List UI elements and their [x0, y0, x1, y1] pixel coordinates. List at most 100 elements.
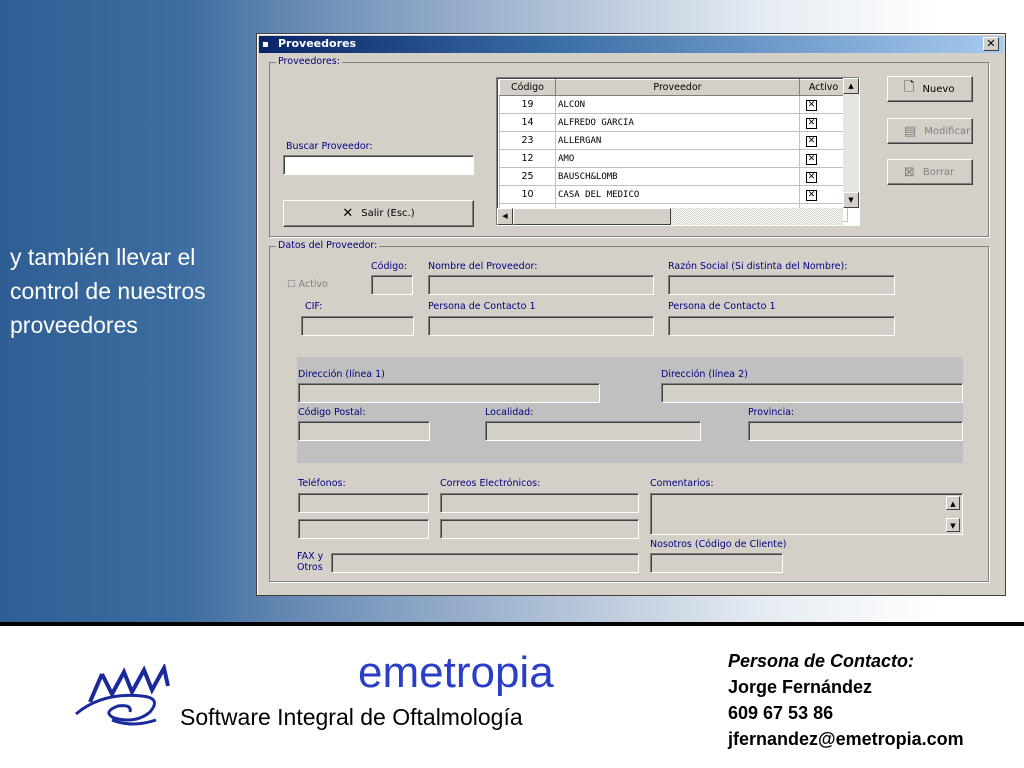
cell-codigo: 23	[499, 131, 556, 150]
cell-codigo: 12	[499, 149, 556, 168]
provincia-field[interactable]	[748, 421, 963, 441]
cell-proveedor: CASA DEL MEDICO	[555, 185, 800, 204]
activo-checkbox[interactable]: ☐ Activo	[287, 279, 328, 290]
nombre-field[interactable]	[428, 275, 654, 295]
grid-horizontal-thumb[interactable]	[513, 208, 671, 225]
table-row[interactable]: 23 ALLERGAN ✕	[499, 131, 848, 150]
contacto2-field[interactable]	[668, 316, 895, 336]
codigo-label: Código:	[371, 261, 408, 272]
new-button-label: Nuevo	[922, 83, 955, 95]
modify-button[interactable]: ▤ Modificar	[887, 118, 973, 144]
window-title: Proveedores	[278, 37, 356, 50]
grid-horizontal-scrollbar[interactable]: ◀	[497, 208, 843, 225]
fax-label-line1: FAX y	[297, 551, 324, 562]
edit-document-icon: ▤	[904, 123, 917, 139]
slide-caption: y también llevar el control de nuestros …	[10, 244, 206, 338]
comentarios-textarea[interactable]: ▲ ▼	[650, 493, 963, 535]
table-row[interactable]: 12 AMO ✕	[499, 149, 848, 168]
comentarios-label: Comentarios:	[650, 478, 714, 489]
contacto1-label: Persona de Contacto 1	[428, 301, 536, 312]
exit-button-label: Salir (Esc.)	[361, 208, 415, 219]
contact-block: Persona de Contacto: Jorge Fernández 609…	[728, 648, 1018, 752]
grid-vertical-scrollbar[interactable]: ▲ ▼	[843, 78, 859, 208]
new-button[interactable]: 🗋 Nuevo	[887, 76, 973, 102]
checked-checkbox-icon[interactable]: ✕	[806, 135, 817, 147]
checked-checkbox-icon[interactable]: ✕	[806, 171, 817, 183]
column-header-proveedor[interactable]: Proveedor	[555, 79, 800, 96]
checked-checkbox-icon[interactable]: ✕	[806, 153, 817, 165]
grid-scroll-down-icon[interactable]: ▼	[843, 192, 859, 208]
search-label: Buscar Proveedor:	[286, 141, 373, 152]
activo-label: Activo	[298, 279, 328, 290]
table-row[interactable]: 19 ALCON ✕	[499, 95, 848, 114]
grid-scroll-up-icon[interactable]: ▲	[843, 78, 859, 94]
localidad-field[interactable]	[485, 421, 701, 441]
codigo-postal-field[interactable]	[298, 421, 430, 441]
provider-table-body: 19 ALCON ✕ 14 ALFREDO GARCIA ✕ 23 ALLERGAN ✕ 12 AM…	[499, 95, 848, 222]
cell-proveedor: ALCON	[555, 95, 800, 114]
razon-social-field[interactable]	[668, 275, 895, 295]
contacto1-field[interactable]	[428, 316, 654, 336]
correo2-field[interactable]	[440, 519, 639, 539]
cif-field[interactable]	[301, 316, 414, 336]
cell-codigo: 14	[499, 113, 556, 132]
proveedores-group-label: Proveedores:	[276, 56, 342, 67]
razon-social-label: Razón Social (Si distinta del Nombre):	[668, 261, 848, 272]
checked-checkbox-icon[interactable]: ✕	[806, 117, 817, 129]
codigo-postal-label: Código Postal:	[298, 407, 366, 418]
grid-scroll-left-icon[interactable]: ◀	[497, 208, 513, 225]
provincia-label: Provincia:	[748, 407, 795, 418]
table-row[interactable]: 10 CASA DEL MEDICO ✕	[499, 185, 848, 204]
cell-proveedor: ALFREDO GARCIA	[555, 113, 800, 132]
exit-button[interactable]: ✕ Salir (Esc.)	[283, 200, 474, 227]
provider-table: Código Proveedor Activo 19 ALCON ✕ 14 ALFRED…	[499, 79, 848, 222]
delete-icon: ⊠	[904, 164, 915, 180]
correos-label: Correos Electrónicos:	[440, 478, 541, 489]
search-input[interactable]	[283, 155, 474, 175]
scroll-down-arrow-icon[interactable]: ▼	[946, 518, 960, 532]
contacto2-label: Persona de Contacto 1	[668, 301, 776, 312]
cell-activo: ✕	[799, 149, 848, 168]
contact-phone: 609 67 53 86	[728, 703, 834, 723]
datos-group-label: Datos del Proveedor:	[276, 240, 380, 251]
nosotros-field[interactable]	[650, 553, 783, 573]
cell-proveedor: ALLERGAN	[555, 131, 800, 150]
fax-field[interactable]	[331, 553, 639, 573]
cell-proveedor: BAUSCH&LOMB	[555, 167, 800, 186]
delete-button[interactable]: ⊠ Borrar	[887, 159, 973, 185]
provider-grid[interactable]: Código Proveedor Activo 19 ALCON ✕ 14 ALFRED…	[496, 77, 860, 226]
direccion2-label: Dirección (línea 2)	[661, 369, 748, 380]
window-titlebar[interactable]: ▪ Proveedores ✕	[259, 36, 1003, 53]
direccion1-field[interactable]	[298, 383, 600, 403]
modify-button-label: Modificar	[924, 125, 971, 137]
direccion2-field[interactable]	[661, 383, 963, 403]
cell-activo: ✕	[799, 113, 848, 132]
cell-codigo: 25	[499, 167, 556, 186]
cell-activo: ✕	[799, 95, 848, 114]
scroll-up-arrow-icon[interactable]: ▲	[946, 496, 960, 510]
table-row[interactable]: 14 ALFREDO GARCIA ✕	[499, 113, 848, 132]
column-header-activo[interactable]: Activo	[799, 79, 848, 96]
localidad-label: Localidad:	[485, 407, 534, 418]
emetropia-logo	[75, 664, 170, 726]
cell-activo: ✕	[799, 131, 848, 150]
contact-email[interactable]: jfernandez@emetropia.com	[728, 726, 1018, 752]
cell-codigo: 10	[499, 185, 556, 204]
codigo-field[interactable]	[371, 275, 413, 295]
cell-activo: ✕	[799, 185, 848, 204]
checked-checkbox-icon[interactable]: ✕	[806, 99, 817, 111]
footer-divider	[0, 622, 1024, 626]
nosotros-label: Nosotros (Código de Cliente)	[650, 539, 787, 550]
close-x-icon: ✕	[342, 206, 354, 221]
delete-button-label: Borrar	[922, 166, 955, 178]
telefono1-field[interactable]	[298, 493, 429, 513]
table-row[interactable]: 25 BAUSCH&LOMB ✕	[499, 167, 848, 186]
close-button[interactable]: ✕	[983, 37, 999, 51]
telefono2-field[interactable]	[298, 519, 429, 539]
checked-checkbox-icon[interactable]: ✕	[806, 189, 817, 201]
cell-activo: ✕	[799, 167, 848, 186]
correo1-field[interactable]	[440, 493, 639, 513]
cif-label: CIF:	[305, 301, 323, 312]
nombre-label: Nombre del Proveedor:	[428, 261, 538, 272]
column-header-codigo[interactable]: Código	[499, 79, 556, 96]
